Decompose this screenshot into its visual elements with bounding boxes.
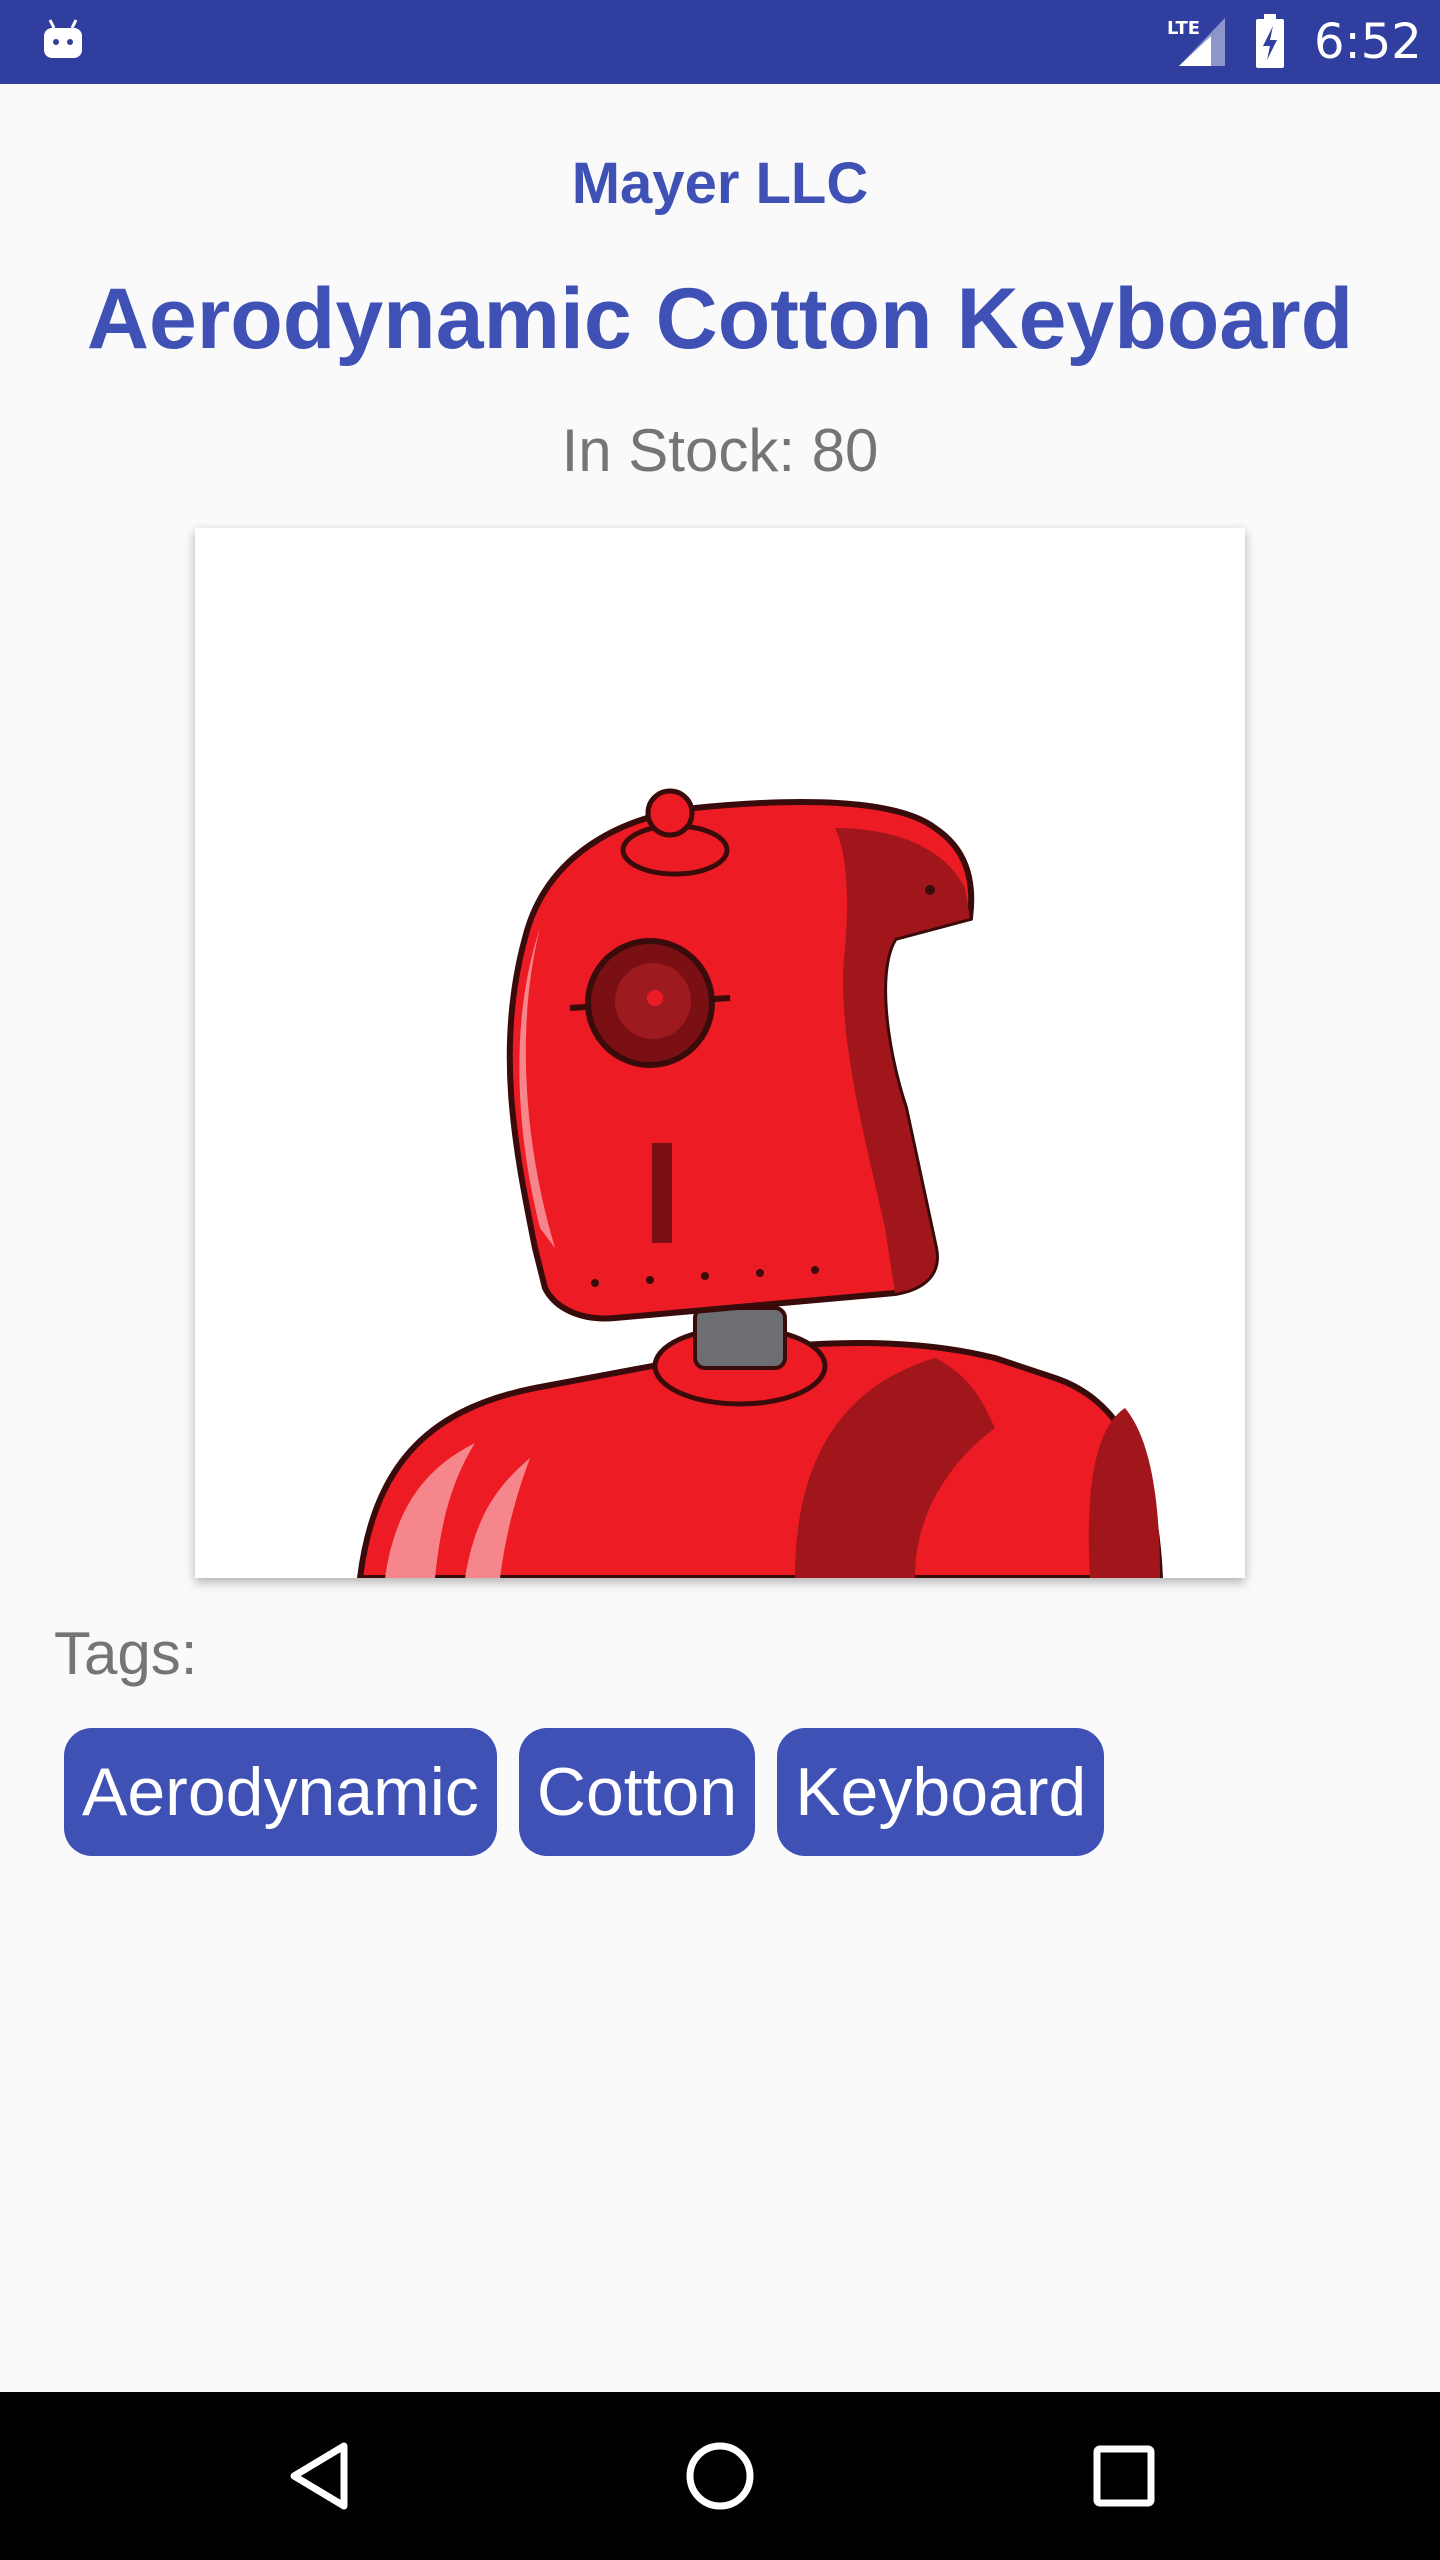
company-name: Mayer LLC — [571, 151, 869, 216]
product-title: Aerodynamic Cotton Keyboard — [86, 271, 1354, 367]
status-time: 6:52 — [1314, 14, 1422, 70]
home-circle-icon[interactable] — [680, 2436, 760, 2516]
red-robot-image — [195, 528, 1245, 1578]
stock-count: In Stock: 80 — [561, 417, 879, 484]
product-detail-content: Mayer LLC Aerodynamic Cotton Keyboard In… — [0, 84, 1440, 2392]
android-notification-icon — [44, 19, 82, 58]
tag-chip[interactable]: Aerodynamic — [64, 1728, 497, 1856]
network-type-label: LTE — [1167, 18, 1200, 39]
navigation-bar — [0, 2392, 1440, 2560]
tag-chip[interactable]: Keyboard — [777, 1728, 1105, 1856]
tags-list: Aerodynamic Cotton Keyboard — [64, 1728, 1105, 1858]
recents-square-icon[interactable] — [1084, 2436, 1164, 2516]
back-triangle-icon[interactable] — [280, 2436, 360, 2516]
tag-chip[interactable]: Cotton — [518, 1728, 756, 1856]
lte-signal-icon: LTE — [1167, 18, 1225, 66]
product-image[interactable] — [195, 528, 1245, 1578]
status-bar: LTE 6:52 — [0, 0, 1440, 84]
battery-charging-icon — [1256, 14, 1284, 68]
tags-label: Tags: — [54, 1620, 198, 1687]
